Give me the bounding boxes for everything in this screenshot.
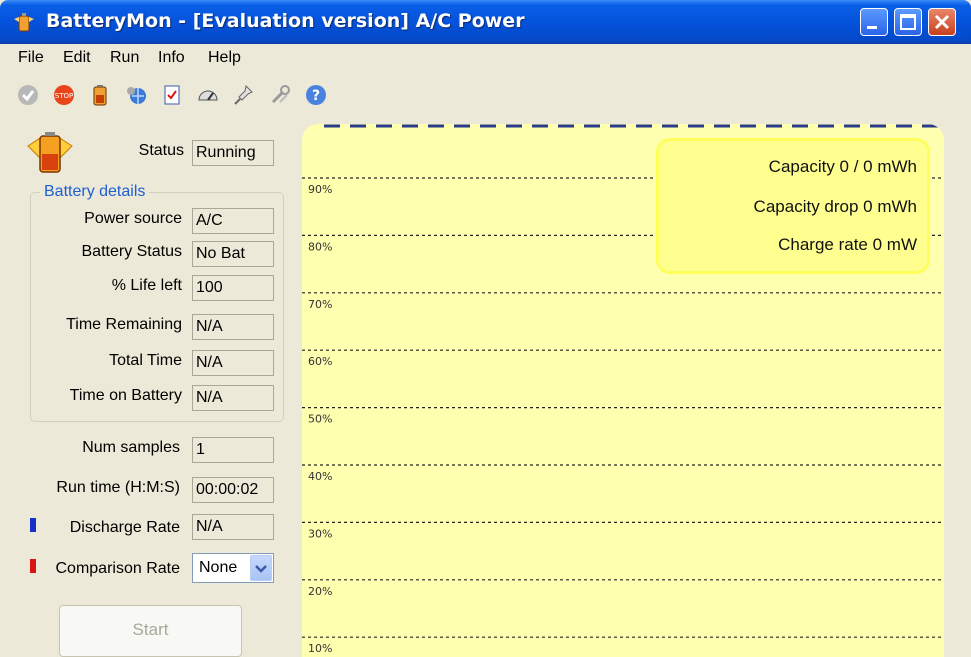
battery-icon[interactable] (88, 83, 112, 107)
comparison-rate-select[interactable]: None (192, 553, 274, 583)
status-label: Status (138, 142, 184, 159)
battery-app-icon (14, 13, 34, 32)
chevron-down-icon (255, 565, 267, 573)
start-button[interactable]: Start (59, 605, 242, 657)
capacity-drop-text: Capacity drop 0 mWh (753, 197, 917, 216)
close-icon (934, 14, 950, 30)
graph-info-box: Capacity 0 / 0 mWh Capacity drop 0 mWh C… (656, 138, 930, 274)
time-on-battery-field: N/A (192, 385, 274, 411)
gridline-label: 50% (308, 413, 332, 426)
status-field: Running (192, 140, 274, 166)
num-samples-label: Num samples (82, 439, 180, 456)
power-source-label: Power source (84, 210, 182, 227)
num-samples-field: 1 (192, 437, 274, 463)
pin-icon[interactable] (232, 83, 256, 107)
menu-help[interactable]: Help (208, 49, 241, 67)
time-remaining-field: N/A (192, 314, 274, 340)
comparison-rate-label: Comparison Rate (55, 560, 181, 577)
help-icon[interactable]: ? (304, 83, 328, 107)
gridline-label: 60% (308, 355, 332, 368)
tools-icon[interactable] (268, 83, 292, 107)
menu-bar: File Edit Run Info Help (0, 44, 971, 72)
settings-globe-icon[interactable] (124, 83, 148, 107)
gridline-label: 80% (308, 240, 332, 253)
capacity-text: Capacity 0 / 0 mWh (768, 157, 917, 176)
life-left-label: % Life left (111, 277, 182, 294)
gridline-label: 40% (308, 470, 332, 483)
comparison-color-swatch (30, 559, 36, 573)
run-time-label: Run time (H:M:S) (56, 479, 180, 496)
comparison-rate-value: None (199, 559, 238, 576)
power-source-field: A/C (192, 208, 274, 234)
gridline-label: 10% (308, 642, 332, 655)
time-remaining-label: Time Remaining (66, 316, 182, 333)
battery-status-field: No Bat (192, 241, 274, 267)
maximize-icon (900, 14, 916, 30)
start-button-label: Start (132, 620, 169, 639)
battery-graph: 90% 80% 70% 60% 50% 40% 30% 20% 10% Capacity 0 /… (302, 124, 944, 657)
svg-text:?: ? (312, 88, 320, 104)
svg-text:STOP: STOP (55, 92, 73, 100)
total-time-field: N/A (192, 350, 274, 376)
charge-rate-text: Charge rate 0 mW (778, 235, 917, 254)
gridline-label: 30% (308, 527, 332, 540)
minimize-button[interactable] (860, 8, 888, 36)
total-time-label: Total Time (109, 352, 182, 369)
maximize-button[interactable] (894, 8, 922, 36)
gridline-label: 90% (308, 183, 332, 196)
menu-edit[interactable]: Edit (63, 49, 91, 67)
battery-details-title: Battery details (40, 183, 150, 201)
life-left-field: 100 (192, 275, 274, 301)
checklist-icon[interactable] (160, 83, 184, 107)
window-title: BatteryMon - [Evaluation version] A/C Po… (46, 10, 525, 32)
battery-status-label: Battery Status (81, 243, 183, 260)
close-button[interactable] (928, 8, 956, 36)
toolbar: STOP ? (0, 78, 340, 112)
check-icon[interactable] (16, 83, 40, 107)
menu-info[interactable]: Info (158, 49, 185, 67)
menu-file[interactable]: File (18, 49, 44, 67)
discharge-rate-field: N/A (192, 514, 274, 540)
gridline-label: 20% (308, 585, 332, 598)
title-bar[interactable]: BatteryMon - [Evaluation version] A/C Po… (0, 0, 971, 44)
gauge-icon[interactable] (196, 83, 220, 107)
time-on-battery-label: Time on Battery (69, 387, 182, 404)
batterymon-window: BatteryMon - [Evaluation version] A/C Po… (0, 0, 971, 657)
battery-logo-icon (27, 132, 73, 173)
menu-run[interactable]: Run (110, 49, 139, 67)
minimize-icon (867, 26, 877, 29)
discharge-color-swatch (30, 518, 36, 532)
discharge-rate-label: Discharge Rate (69, 519, 180, 536)
stop-icon[interactable]: STOP (52, 83, 76, 107)
run-time-field: 00:00:02 (192, 477, 274, 503)
gridline-label: 70% (308, 298, 332, 311)
dropdown-button[interactable] (250, 555, 272, 581)
